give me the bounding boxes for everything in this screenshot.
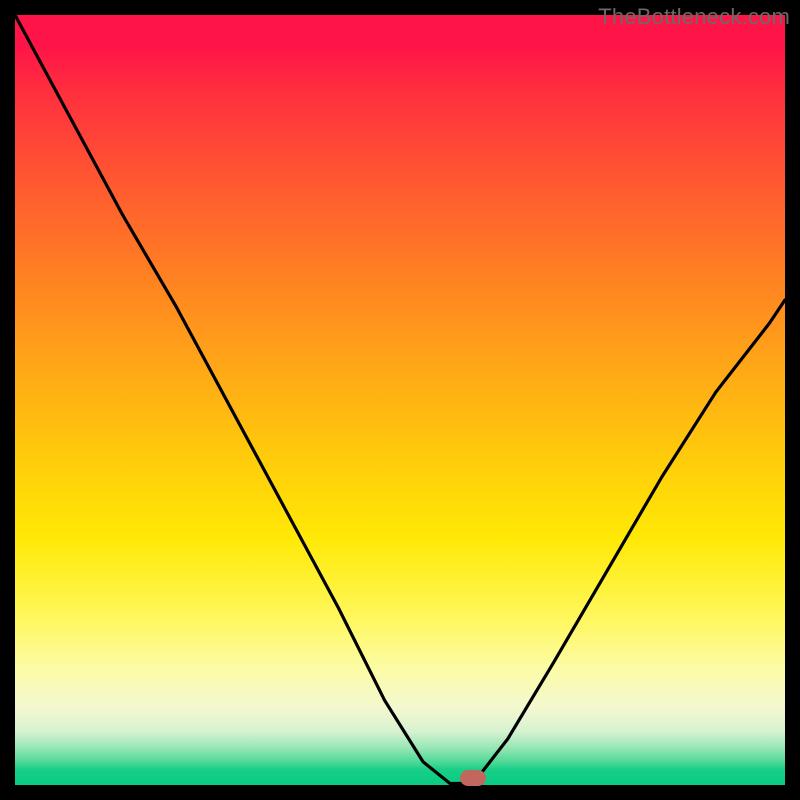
chart-container: TheBottleneck.com [0, 0, 800, 800]
bottleneck-curve [15, 15, 785, 783]
optimum-marker [460, 770, 486, 786]
source-attribution: TheBottleneck.com [598, 4, 790, 30]
plot-area [15, 15, 785, 785]
curve-svg [15, 15, 785, 785]
